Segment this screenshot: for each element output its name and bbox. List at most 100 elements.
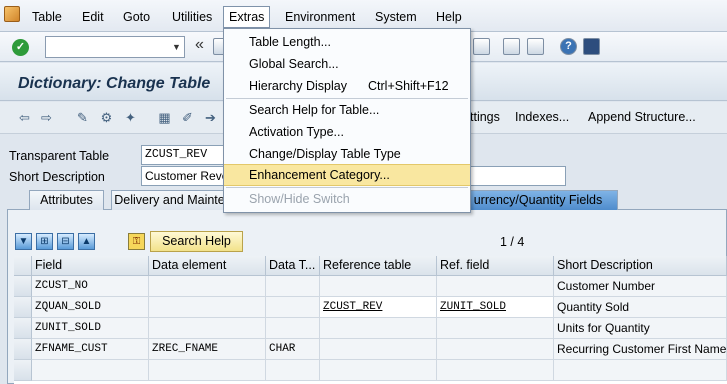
- delete-row-icon[interactable]: ⊟: [57, 233, 74, 250]
- table-cell-data-element[interactable]: [149, 318, 266, 339]
- tab-attributes[interactable]: Attributes: [29, 190, 104, 210]
- table-cell-description[interactable]: Recurring Customer First Name: [554, 339, 727, 360]
- table-cell-ref-field[interactable]: [437, 360, 554, 381]
- command-dropdown-icon[interactable]: ▼: [169, 37, 184, 57]
- menu-item-search-help-for-table[interactable]: Search Help for Table...: [224, 99, 470, 121]
- table-cell-ref-table[interactable]: [320, 276, 437, 297]
- tab-delivery-maintenance[interactable]: Delivery and Mainte: [111, 190, 228, 210]
- table-cell-data-type[interactable]: [266, 318, 320, 339]
- append-structure-button[interactable]: Append Structure...: [588, 110, 696, 124]
- column-header-data-type[interactable]: Data T...: [266, 256, 320, 276]
- table-cell-ref-field[interactable]: ZUNIT_SOLD: [437, 297, 554, 318]
- table-cell-ref-table[interactable]: [320, 360, 437, 381]
- tab-currency-quantity-fields[interactable]: urrency/Quantity Fields: [458, 190, 618, 210]
- back-arrow-icon[interactable]: ⇦: [17, 110, 32, 125]
- layout-icon[interactable]: [503, 38, 520, 55]
- shortcut-icon[interactable]: [473, 38, 490, 55]
- table-cell-ref-table[interactable]: ZCUST_REV: [320, 297, 437, 318]
- menu-item-shortcut: Ctrl+Shift+F12: [368, 79, 449, 93]
- table-cell-data-element[interactable]: [149, 360, 266, 381]
- page-counter: 1 / 4: [500, 235, 525, 249]
- row-selector[interactable]: [14, 339, 32, 360]
- column-header-field[interactable]: Field: [32, 256, 149, 276]
- customize-layout-icon[interactable]: [583, 38, 600, 55]
- select-all-icon[interactable]: ▼: [15, 233, 32, 250]
- column-header-ref-field[interactable]: Ref. field: [437, 256, 554, 276]
- menu-item-label: Global Search...: [249, 57, 339, 71]
- collapse-icon[interactable]: «: [195, 36, 204, 54]
- table-cell-field[interactable]: ZUNIT_SOLD: [32, 318, 149, 339]
- indexes-button[interactable]: Indexes...: [515, 110, 569, 124]
- menu-item-enhancement-category[interactable]: Enhancement Category...: [224, 164, 470, 186]
- table-cell-data-element[interactable]: [149, 276, 266, 297]
- table-cell-ref-field[interactable]: [437, 318, 554, 339]
- table-cell-data-type[interactable]: [266, 297, 320, 318]
- menu-utilities[interactable]: Utilities: [170, 9, 214, 25]
- test-icon[interactable]: ➔: [203, 110, 218, 125]
- menu-goto[interactable]: Goto: [121, 9, 152, 25]
- menu-item-hierarchy-display[interactable]: Hierarchy Display Ctrl+Shift+F12: [224, 75, 470, 97]
- menu-item-activation-type[interactable]: Activation Type...: [224, 121, 470, 143]
- command-field[interactable]: [45, 36, 185, 58]
- sap-menu-icon[interactable]: [4, 6, 20, 22]
- menu-item-label: Show/Hide Switch: [249, 192, 350, 206]
- menu-item-show-hide-switch: Show/Hide Switch: [224, 188, 470, 210]
- table-cell-ref-table[interactable]: [320, 339, 437, 360]
- table-cell-field[interactable]: ZQUAN_SOLD: [32, 297, 149, 318]
- help-icon[interactable]: ?: [560, 38, 577, 55]
- search-help-icon[interactable]: ⚿: [128, 233, 145, 250]
- scroll-up-icon[interactable]: ▲: [78, 233, 95, 250]
- menu-environment[interactable]: Environment: [283, 9, 357, 25]
- menu-help[interactable]: Help: [434, 9, 464, 25]
- table-cell-description[interactable]: Units for Quantity: [554, 318, 727, 339]
- row-selector[interactable]: [14, 276, 32, 297]
- check-icon[interactable]: ✦: [123, 110, 138, 125]
- menu-extras[interactable]: Extras: [223, 6, 271, 28]
- menu-item-label: Search Help for Table...: [249, 103, 380, 117]
- menu-item-label: Table Length...: [249, 35, 332, 49]
- menu-item-label: Enhancement Category...: [249, 168, 390, 182]
- table-cell-description[interactable]: Customer Number: [554, 276, 727, 297]
- table-cell-field[interactable]: ZFNAME_CUST: [32, 339, 149, 360]
- menu-item-change-display-table-type[interactable]: Change/Display Table Type: [224, 143, 470, 165]
- insert-row-icon[interactable]: ⊞: [36, 233, 53, 250]
- table-cell-ref-field[interactable]: [437, 276, 554, 297]
- activate-icon[interactable]: ✐: [180, 110, 195, 125]
- menu-item-global-search[interactable]: Global Search...: [224, 53, 470, 75]
- transparent-table-field[interactable]: ZCUST_REV: [141, 145, 236, 165]
- table-cell-data-type[interactable]: CHAR: [266, 339, 320, 360]
- table-cell-field[interactable]: [32, 360, 149, 381]
- menu-system[interactable]: System: [373, 9, 419, 25]
- object-list-icon[interactable]: ▦: [157, 110, 172, 125]
- ref-field-value: ZUNIT_SOLD: [440, 301, 507, 313]
- search-help-button[interactable]: Search Help: [150, 231, 243, 252]
- short-description-label: Short Description: [9, 170, 105, 184]
- column-header-short-description[interactable]: Short Description: [554, 256, 727, 276]
- new-session-icon[interactable]: [527, 38, 544, 55]
- table-cell-description[interactable]: [554, 360, 727, 381]
- menu-table[interactable]: Table: [30, 9, 64, 25]
- row-selector[interactable]: [14, 360, 32, 381]
- table-cell-ref-field[interactable]: [437, 339, 554, 360]
- row-selector[interactable]: [14, 318, 32, 339]
- table-cell-data-element[interactable]: ZREC_FNAME: [149, 339, 266, 360]
- column-header-reference-table[interactable]: Reference table: [320, 256, 437, 276]
- table-cell-field[interactable]: ZCUST_NO: [32, 276, 149, 297]
- forward-arrow-icon[interactable]: ⇨: [39, 110, 54, 125]
- menu-item-table-length[interactable]: Table Length...: [224, 31, 470, 53]
- column-header-data-element[interactable]: Data element: [149, 256, 266, 276]
- menu-item-label: Change/Display Table Type: [249, 147, 401, 161]
- enter-check-icon[interactable]: ✓: [12, 39, 29, 56]
- table-cell-ref-table[interactable]: [320, 318, 437, 339]
- transparent-table-label: Transparent Table: [9, 149, 110, 163]
- display-change-icon[interactable]: ✎: [75, 110, 90, 125]
- table-cell-data-type[interactable]: [266, 360, 320, 381]
- technical-settings-button[interactable]: ttings: [470, 110, 500, 124]
- table-cell-data-type[interactable]: [266, 276, 320, 297]
- table-cell-data-element[interactable]: [149, 297, 266, 318]
- table-cell-description[interactable]: Quantity Sold: [554, 297, 727, 318]
- where-used-icon[interactable]: ⚙: [99, 110, 114, 125]
- menu-edit[interactable]: Edit: [80, 9, 106, 25]
- table-corner[interactable]: [14, 256, 32, 276]
- row-selector[interactable]: [14, 297, 32, 318]
